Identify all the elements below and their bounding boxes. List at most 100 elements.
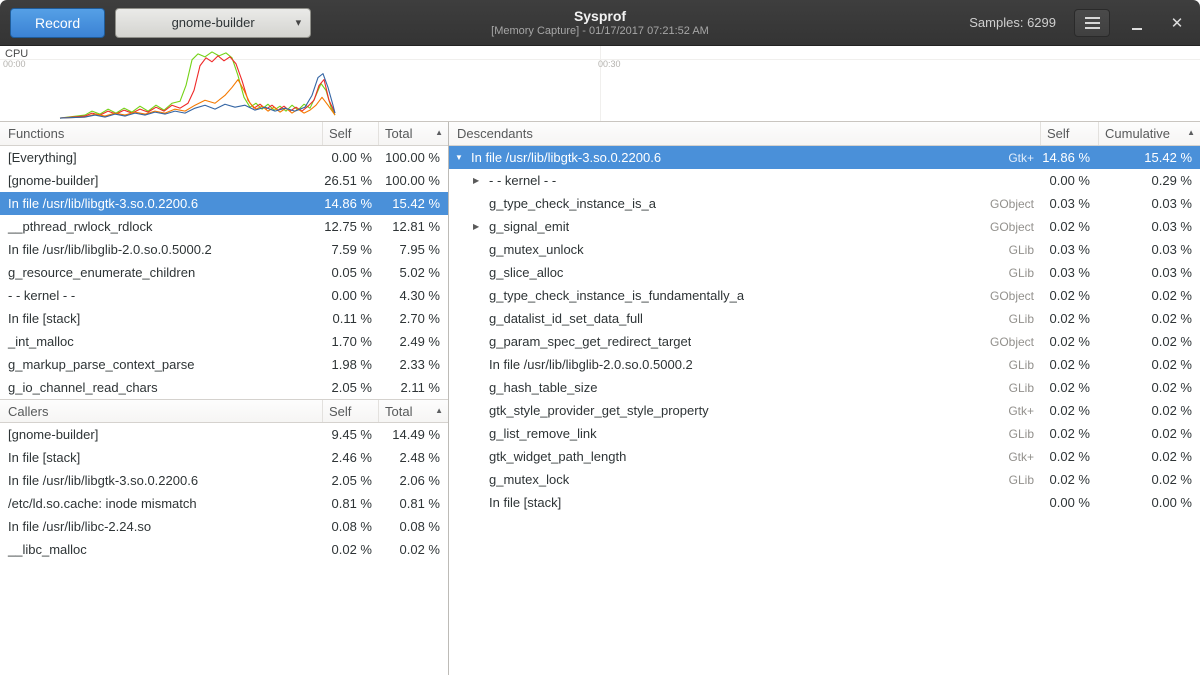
chevron-down-icon: ▾ xyxy=(296,16,302,29)
table-row[interactable]: g_mutex_lockGLib0.02 %0.02 % xyxy=(449,468,1200,491)
function-name-cell: g_mutex_unlockGLib xyxy=(449,242,1040,257)
function-name: g_param_spec_get_redirect_target xyxy=(489,334,691,349)
self-value: 14.86 % xyxy=(1040,150,1098,165)
table-row[interactable]: - - kernel - -0.00 %4.30 % xyxy=(0,284,448,307)
functions-column-header[interactable]: Functions xyxy=(0,122,322,145)
total-value: 15.42 % xyxy=(378,196,448,211)
table-row[interactable]: g_resource_enumerate_children0.05 %5.02 … xyxy=(0,261,448,284)
title-box: Sysprof [Memory Capture] - 01/17/2017 07… xyxy=(491,8,709,38)
table-row[interactable]: __pthread_rwlock_rdlock12.75 %12.81 % xyxy=(0,215,448,238)
function-name: g_slice_alloc xyxy=(489,265,563,280)
function-name-cell: g_list_remove_linkGLib xyxy=(449,426,1040,441)
table-row[interactable]: In file /usr/lib/libgtk-3.so.0.2200.614.… xyxy=(0,192,448,215)
functions-self-column-header[interactable]: Self xyxy=(322,122,378,145)
cumulative-value: 0.02 % xyxy=(1098,288,1200,303)
table-row[interactable]: g_markup_parse_context_parse1.98 %2.33 % xyxy=(0,353,448,376)
table-row[interactable]: In file [stack]2.46 %2.48 % xyxy=(0,446,448,469)
expand-icon[interactable]: ▶ xyxy=(473,177,489,185)
window-subtitle: [Memory Capture] - 01/17/2017 07:21:52 A… xyxy=(491,25,709,38)
table-row[interactable]: In file [stack]0.00 %0.00 % xyxy=(449,491,1200,514)
table-row[interactable]: g_mutex_unlockGLib0.03 %0.03 % xyxy=(449,238,1200,261)
table-row[interactable]: In file /usr/lib/libgtk-3.so.0.2200.62.0… xyxy=(0,469,448,492)
table-row[interactable]: g_type_check_instance_is_fundamentally_a… xyxy=(449,284,1200,307)
table-row[interactable]: g_param_spec_get_redirect_targetGObject0… xyxy=(449,330,1200,353)
function-name: In file /usr/lib/libgtk-3.so.0.2200.6 xyxy=(0,196,322,211)
close-button[interactable]: ✕ xyxy=(1164,10,1190,36)
table-row[interactable]: g_datalist_id_set_data_fullGLib0.02 %0.0… xyxy=(449,307,1200,330)
cpu-orange-line xyxy=(60,80,335,118)
table-row[interactable]: g_slice_allocGLib0.03 %0.03 % xyxy=(449,261,1200,284)
function-name: _int_malloc xyxy=(0,334,322,349)
table-row[interactable]: ▶g_signal_emitGObject0.02 %0.03 % xyxy=(449,215,1200,238)
function-name: - - kernel - - xyxy=(0,288,322,303)
table-row[interactable]: [gnome-builder]9.45 %14.49 % xyxy=(0,423,448,446)
descendants-cumulative-column-header[interactable]: Cumulative ▲ xyxy=(1098,122,1200,145)
table-row[interactable]: g_hash_table_sizeGLib0.02 %0.02 % xyxy=(449,376,1200,399)
callers-total-column-header[interactable]: Total ▲ xyxy=(378,400,448,422)
function-name: In file /usr/lib/libgtk-3.so.0.2200.6 xyxy=(0,473,322,488)
total-value: 100.00 % xyxy=(378,150,448,165)
self-value: 0.08 % xyxy=(322,519,378,534)
total-value: 14.49 % xyxy=(378,427,448,442)
callers-column-header[interactable]: Callers xyxy=(0,400,322,422)
descendants-column-header[interactable]: Descendants xyxy=(449,122,1040,145)
self-value: 0.02 % xyxy=(322,542,378,557)
total-value: 2.11 % xyxy=(378,380,448,395)
table-row[interactable]: [Everything]0.00 %100.00 % xyxy=(0,146,448,169)
self-value: 12.75 % xyxy=(322,219,378,234)
left-panel: Functions Self Total ▲ [Everything]0.00 … xyxy=(0,122,449,675)
total-value: 100.00 % xyxy=(378,173,448,188)
table-row[interactable]: In file /usr/lib/libc-2.24.so0.08 %0.08 … xyxy=(0,515,448,538)
function-name-cell: g_slice_allocGLib xyxy=(449,265,1040,280)
self-value: 2.05 % xyxy=(322,380,378,395)
sort-indicator-icon: ▲ xyxy=(1187,129,1195,137)
table-row[interactable]: gtk_style_provider_get_style_propertyGtk… xyxy=(449,399,1200,422)
function-name-cell: g_hash_table_sizeGLib xyxy=(449,380,1040,395)
cumulative-value: 0.02 % xyxy=(1098,357,1200,372)
table-row[interactable]: /etc/ld.so.cache: inode mismatch0.81 %0.… xyxy=(0,492,448,515)
self-value: 0.81 % xyxy=(322,496,378,511)
self-value: 0.03 % xyxy=(1040,196,1098,211)
table-row[interactable]: g_type_check_instance_is_aGObject0.03 %0… xyxy=(449,192,1200,215)
table-row[interactable]: In file [stack]0.11 %2.70 % xyxy=(0,307,448,330)
function-name: - - kernel - - xyxy=(489,173,556,188)
table-row[interactable]: In file /usr/lib/libglib-2.0.so.0.5000.2… xyxy=(0,238,448,261)
callers-section: Callers Self Total ▲ [gnome-builder]9.45… xyxy=(0,399,448,561)
minimize-button[interactable] xyxy=(1124,10,1150,36)
table-row[interactable]: ▶- - kernel - -0.00 %0.29 % xyxy=(449,169,1200,192)
self-value: 0.02 % xyxy=(1040,426,1098,441)
record-button[interactable]: Record xyxy=(10,8,105,38)
cumulative-value: 0.02 % xyxy=(1098,311,1200,326)
cumulative-value: 0.00 % xyxy=(1098,495,1200,510)
table-row[interactable]: _int_malloc1.70 %2.49 % xyxy=(0,330,448,353)
function-name-cell: g_param_spec_get_redirect_target GObject xyxy=(449,334,1040,349)
function-name: gtk_widget_path_length xyxy=(489,449,626,464)
target-selector[interactable]: gnome-builder ▾ xyxy=(115,8,311,38)
table-row[interactable]: ▼In file /usr/lib/libgtk-3.so.0.2200.6Gt… xyxy=(449,146,1200,169)
category-label: GObject xyxy=(990,335,1040,349)
descendants-self-column-header[interactable]: Self xyxy=(1040,122,1098,145)
table-row[interactable]: g_list_remove_linkGLib0.02 %0.02 % xyxy=(449,422,1200,445)
callers-self-column-header[interactable]: Self xyxy=(322,400,378,422)
function-name-cell: ▼In file /usr/lib/libgtk-3.so.0.2200.6Gt… xyxy=(449,150,1040,165)
functions-total-column-header[interactable]: Total ▲ xyxy=(378,122,448,145)
category-label: GObject xyxy=(990,197,1040,211)
cpu-graph[interactable]: CPU 00:00 00:30 xyxy=(0,46,1200,122)
table-row[interactable]: [gnome-builder]26.51 %100.00 % xyxy=(0,169,448,192)
table-row[interactable]: gtk_widget_path_lengthGtk+0.02 %0.02 % xyxy=(449,445,1200,468)
callers-table-header: Callers Self Total ▲ xyxy=(0,399,448,423)
self-value: 0.00 % xyxy=(322,150,378,165)
self-value: 0.00 % xyxy=(322,288,378,303)
self-value: 0.02 % xyxy=(1040,472,1098,487)
table-row[interactable]: g_io_channel_read_chars2.05 %2.11 % xyxy=(0,376,448,399)
main-area: Functions Self Total ▲ [Everything]0.00 … xyxy=(0,122,1200,675)
table-row[interactable]: __libc_malloc0.02 %0.02 % xyxy=(0,538,448,561)
table-row[interactable]: In file /usr/lib/libglib-2.0.so.0.5000.2… xyxy=(449,353,1200,376)
cumulative-value: 0.03 % xyxy=(1098,219,1200,234)
cumulative-value: 0.03 % xyxy=(1098,265,1200,280)
self-value: 14.86 % xyxy=(322,196,378,211)
menu-button[interactable] xyxy=(1074,9,1110,37)
expand-icon[interactable]: ▶ xyxy=(473,223,489,231)
collapse-icon[interactable]: ▼ xyxy=(455,154,471,162)
function-name: g_hash_table_size xyxy=(489,380,597,395)
